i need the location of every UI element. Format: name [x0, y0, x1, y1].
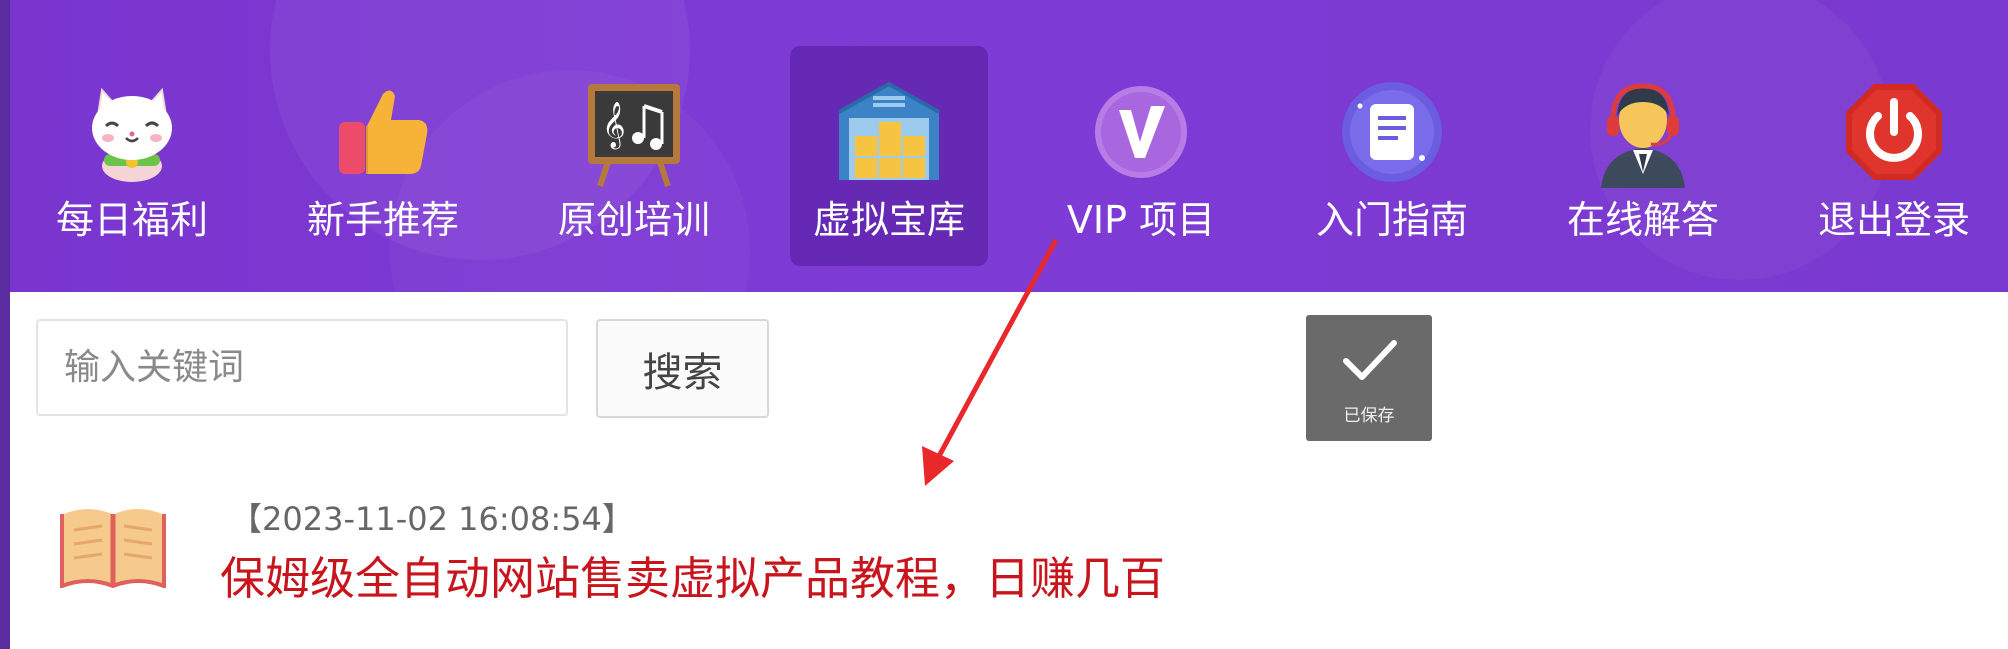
- article-list-item[interactable]: 【2023-11-02 16:08:54】 保姆级全自动网站售卖虚拟产品教程，日…: [10, 492, 2008, 612]
- document-guide-icon: [1336, 76, 1448, 188]
- nav-label: VIP 项目: [1066, 198, 1216, 242]
- thumbs-up-icon: [327, 76, 439, 188]
- nav-label: 每日福利: [55, 198, 208, 242]
- nav-label: 在线解答: [1566, 198, 1719, 242]
- nav-item-logout[interactable]: 退出登录: [1795, 46, 1993, 266]
- content-area: 搜索 已保存: [10, 292, 2008, 649]
- search-button[interactable]: 搜索: [596, 319, 769, 418]
- music-chalkboard-icon: 𝄞: [578, 76, 690, 188]
- power-off-icon: [1838, 76, 1950, 188]
- article-title-link[interactable]: 保姆级全自动网站售卖虚拟产品教程，日赚几百: [220, 542, 1165, 607]
- nav-label: 新手推荐: [306, 198, 459, 242]
- nav-item-beginner-picks[interactable]: 新手推荐: [284, 46, 482, 266]
- nav-item-online-help[interactable]: 在线解答: [1544, 46, 1742, 266]
- nav-label: 原创培训: [557, 198, 710, 242]
- nav-item-vip-projects[interactable]: VIP 项目: [1042, 46, 1240, 266]
- search-input[interactable]: [36, 319, 568, 416]
- open-book-icon: [60, 500, 166, 588]
- window-edge: [0, 0, 10, 649]
- nav-item-virtual-treasury[interactable]: 虚拟宝库: [790, 46, 988, 266]
- nav-label: 入门指南: [1315, 198, 1468, 242]
- checkmark-icon: [1343, 340, 1397, 380]
- nav-item-original-training[interactable]: 𝄞 原创培训: [535, 46, 733, 266]
- top-nav: 每日福利 新手推荐 𝄞 原创培训 虚拟宝库 VIP 项目 入门指南 在线解答 退…: [10, 0, 2008, 292]
- nav-label: 虚拟宝库: [812, 198, 965, 242]
- svg-text:𝄞: 𝄞: [602, 102, 626, 150]
- toast-text: 已保存: [1343, 406, 1395, 426]
- article-date: 【2023-11-02 16:08:54】: [230, 500, 634, 538]
- support-agent-icon: [1587, 76, 1699, 188]
- saved-toast: 已保存: [1306, 315, 1432, 441]
- warehouse-icon: [833, 76, 945, 188]
- nav-label: 退出登录: [1817, 198, 1970, 242]
- nav-item-getting-started[interactable]: 入门指南: [1293, 46, 1491, 266]
- nav-item-daily-bonus[interactable]: 每日福利: [33, 46, 231, 266]
- page: 每日福利 新手推荐 𝄞 原创培训 虚拟宝库 VIP 项目 入门指南 在线解答 退…: [0, 0, 2008, 649]
- vip-badge-icon: [1085, 76, 1197, 188]
- lucky-cat-icon: [76, 76, 188, 188]
